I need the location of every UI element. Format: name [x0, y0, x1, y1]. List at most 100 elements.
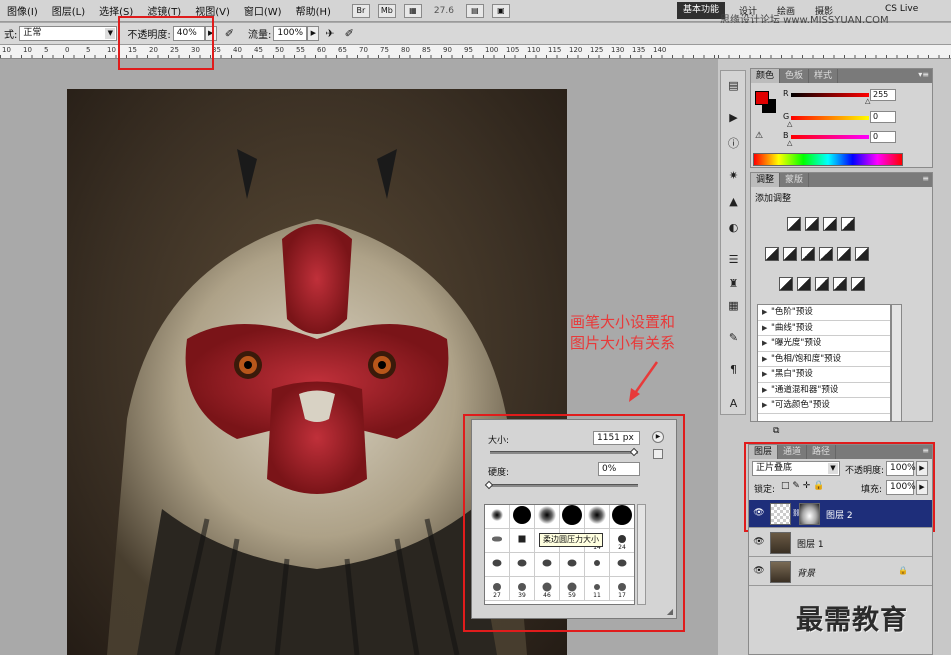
- brush-preset[interactable]: [585, 553, 610, 577]
- menu-help[interactable]: 帮助(H): [289, 3, 338, 18]
- pressure-opacity-icon[interactable]: ✐: [225, 27, 234, 40]
- fill-arrow-icon[interactable]: ▶: [916, 480, 928, 495]
- cs-live-button[interactable]: CS Live: [885, 4, 918, 14]
- new-preset-icon[interactable]: [653, 449, 663, 459]
- minibridge-icon[interactable]: Mb: [377, 3, 396, 18]
- brush-preset[interactable]: 59: [560, 577, 585, 601]
- exposure-icon[interactable]: [841, 217, 855, 231]
- channel-mixer-icon[interactable]: [855, 247, 869, 261]
- brush-preset[interactable]: [560, 505, 585, 529]
- brush-preset[interactable]: [485, 529, 510, 553]
- green-slider-thumb[interactable]: △: [787, 120, 792, 128]
- resize-grip-icon[interactable]: ◢: [667, 607, 673, 616]
- menu-layer[interactable]: 图层(L): [45, 3, 92, 18]
- preset-list-scrollbar[interactable]: [891, 304, 902, 422]
- brush-preset[interactable]: [510, 505, 535, 529]
- brush-icon[interactable]: ✷: [726, 169, 741, 183]
- size-slider-thumb[interactable]: [629, 447, 639, 457]
- size-input[interactable]: 1151 px: [593, 431, 640, 445]
- navigator-icon[interactable]: ◐: [726, 221, 741, 235]
- brush-preset[interactable]: 27: [485, 577, 510, 601]
- layer-opacity-arrow-icon[interactable]: ▶: [916, 461, 928, 476]
- gradient-map-icon[interactable]: [833, 277, 847, 291]
- eye-icon[interactable]: 👁: [753, 508, 765, 518]
- paragraph-icon[interactable]: ¶: [726, 363, 741, 377]
- color-spectrum[interactable]: [753, 153, 903, 166]
- arrange-icon[interactable]: ▤: [465, 3, 484, 18]
- tab-styles[interactable]: 样式: [809, 69, 839, 83]
- tab-swatches[interactable]: 色板: [780, 69, 810, 83]
- list-item[interactable]: ▶ "通道混和器"预设: [758, 383, 890, 398]
- foreground-swatch[interactable]: [755, 91, 769, 105]
- eye-icon[interactable]: 👁: [753, 537, 765, 547]
- notes-icon[interactable]: ✎: [726, 331, 741, 345]
- list-item[interactable]: ▶ "色相/饱和度"预设: [758, 352, 890, 367]
- layer-comps-icon[interactable]: ▦: [726, 299, 741, 313]
- tab-channels[interactable]: 通道: [778, 445, 808, 459]
- mode-select[interactable]: 正常 ▼: [19, 26, 118, 41]
- brush-preset[interactable]: [510, 553, 535, 577]
- tab-adjustments[interactable]: 调整: [751, 173, 781, 187]
- picker-menu-icon[interactable]: ▶: [652, 431, 664, 443]
- brush-preset[interactable]: 46: [535, 577, 560, 601]
- brush-preset[interactable]: 24: [610, 529, 634, 553]
- size-slider[interactable]: [490, 451, 638, 454]
- threshold-icon[interactable]: [815, 277, 829, 291]
- green-slider[interactable]: [791, 116, 869, 120]
- brush-preset[interactable]: [485, 553, 510, 577]
- hue-saturation-icon[interactable]: [783, 247, 797, 261]
- lock-icons[interactable]: □ ✎ ✛ 🔒: [781, 481, 824, 491]
- extras-icon[interactable]: ▦: [403, 3, 422, 18]
- brush-preset[interactable]: [560, 553, 585, 577]
- menu-window[interactable]: 窗口(W): [237, 3, 289, 18]
- tab-layers[interactable]: 图层: [749, 445, 779, 459]
- brush-preset[interactable]: 17: [610, 577, 634, 601]
- workspace-essentials[interactable]: 基本功能: [677, 2, 725, 19]
- tab-paths[interactable]: 路径: [807, 445, 837, 459]
- actions-icon[interactable]: ▶: [726, 111, 741, 125]
- clip-icon[interactable]: ⧉: [773, 426, 779, 436]
- layer-row[interactable]: 👁 背景 🔒: [749, 558, 932, 586]
- brush-preset[interactable]: [485, 505, 510, 529]
- panel-menu-icon[interactable]: ≡: [922, 174, 929, 183]
- hardness-input[interactable]: 0%: [598, 462, 640, 476]
- history-icon[interactable]: ▤: [726, 79, 741, 93]
- flow-arrow-icon[interactable]: ▶: [307, 26, 320, 41]
- color-balance-icon[interactable]: [801, 247, 815, 261]
- airbrush-icon[interactable]: ✈: [325, 27, 334, 40]
- curves-icon[interactable]: [823, 217, 837, 231]
- zoom-level[interactable]: 27.6: [434, 6, 454, 16]
- panel-menu-icon[interactable]: ▾≡: [918, 70, 929, 79]
- panel-menu-icon[interactable]: ≡: [922, 446, 929, 455]
- hardness-slider-thumb[interactable]: [484, 480, 494, 490]
- photo-filter-icon[interactable]: [837, 247, 851, 261]
- hardness-slider[interactable]: [490, 484, 638, 487]
- list-item[interactable]: ▶ "曲线"预设: [758, 321, 890, 336]
- layer-row[interactable]: 👁 ⛓ 图层 2: [749, 500, 932, 528]
- screen-mode-icon[interactable]: ▣: [491, 3, 510, 18]
- character-icon[interactable]: A: [726, 397, 741, 411]
- tab-color[interactable]: 颜色: [751, 69, 781, 83]
- brush-preset[interactable]: [610, 505, 634, 529]
- layer-mask-thumbnail[interactable]: [799, 503, 820, 525]
- swatch-icon[interactable]: ♜: [726, 277, 741, 291]
- list-item[interactable]: ▶ "色阶"预设: [758, 305, 890, 321]
- blue-slider[interactable]: [791, 135, 869, 139]
- posterize-icon[interactable]: [797, 277, 811, 291]
- brightness-icon[interactable]: [787, 217, 801, 231]
- brush-preset[interactable]: [585, 505, 610, 529]
- blend-mode-select[interactable]: 正片叠底 ▼: [752, 461, 840, 476]
- selective-color-icon[interactable]: [851, 277, 865, 291]
- red-slider[interactable]: [791, 93, 869, 97]
- brush-preset[interactable]: 39: [510, 577, 535, 601]
- tab-masks[interactable]: 蒙版: [780, 173, 810, 187]
- brush-preset[interactable]: [510, 529, 535, 553]
- flow-input[interactable]: 100%: [273, 26, 308, 41]
- red-value[interactable]: 255: [870, 89, 896, 101]
- blue-value[interactable]: 0: [870, 131, 896, 143]
- blue-slider-thumb[interactable]: △: [787, 139, 792, 147]
- black-white-icon[interactable]: [819, 247, 833, 261]
- green-value[interactable]: 0: [870, 111, 896, 123]
- bridge-icon[interactable]: Br: [351, 3, 370, 18]
- gamut-warning-icon[interactable]: ⚠: [755, 131, 763, 141]
